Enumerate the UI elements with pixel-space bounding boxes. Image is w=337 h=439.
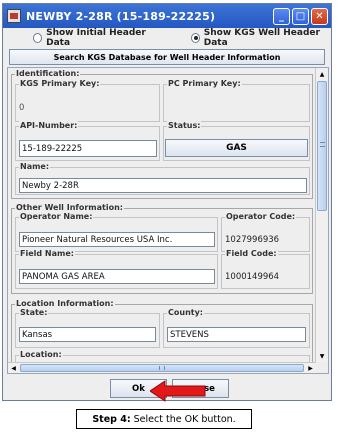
maximize-button[interactable]: □ xyxy=(292,7,309,25)
api-number-field[interactable]: 15-189-22225 xyxy=(19,140,157,157)
close-window-button[interactable]: ✕ xyxy=(311,7,328,25)
pc-primary-key-label: PC Primary Key: xyxy=(167,79,242,88)
field-name-field[interactable]: PANOMA GAS AREA xyxy=(19,269,215,284)
operator-code-label: Operator Code: xyxy=(225,212,297,221)
status-label: Status: xyxy=(167,121,202,130)
field-code-label: Field Code: xyxy=(225,249,278,258)
state-field[interactable]: Kansas xyxy=(19,327,156,342)
field-code-field: 1000149964 xyxy=(223,269,308,284)
operator-code-group: Operator Code: 1027996936 xyxy=(221,212,310,252)
name-label: Name: xyxy=(19,162,51,171)
api-number-group: API-Number: 15-189-22225 xyxy=(15,121,160,161)
scroll-left-icon[interactable]: ◀ xyxy=(8,363,19,373)
kgs-primary-key-field: 0 xyxy=(17,100,158,115)
pointer-arrow-icon xyxy=(150,380,206,402)
identification-legend: Identification: xyxy=(15,69,81,78)
vertical-scrollbar[interactable]: ▲ ▼ xyxy=(315,68,328,362)
state-label: State: xyxy=(19,308,49,317)
vertical-scroll-thumb[interactable] xyxy=(317,81,327,211)
radio-kgs[interactable] xyxy=(190,33,200,43)
radio-initial[interactable] xyxy=(33,33,43,43)
grip-icon xyxy=(320,142,325,147)
api-number-label: API-Number: xyxy=(19,121,79,130)
operator-name-label: Operator Name: xyxy=(19,212,94,221)
show-kgs-header-label: Show KGS Well Header Data xyxy=(203,28,320,48)
county-field[interactable]: STEVENS xyxy=(167,327,306,342)
app-icon xyxy=(7,9,21,23)
step-number: Step 4: xyxy=(92,413,131,425)
pc-primary-key-group: PC Primary Key: xyxy=(163,79,310,122)
other-well-information-section: Other Well Information: Operator Name: P… xyxy=(11,203,313,294)
scroll-up-icon[interactable]: ▲ xyxy=(316,68,328,80)
kgs-primary-key-group: KGS Primary Key: 0 xyxy=(15,79,160,122)
operator-name-field[interactable]: Pioneer Natural Resources USA Inc. xyxy=(19,232,215,247)
minimize-button[interactable]: _ xyxy=(273,7,290,25)
well-header-scroll-pane[interactable]: Identification: KGS Primary Key: 0 PC Pr… xyxy=(7,67,329,374)
location-information-legend: Location Information: xyxy=(15,299,115,308)
step-caption: Step 4: Select the OK button. xyxy=(76,409,252,429)
horizontal-scrollbar[interactable]: ◀ ▶ xyxy=(8,362,316,373)
county-label: County: xyxy=(167,308,204,317)
show-initial-header-option[interactable]: Show Initial Header Data xyxy=(33,28,159,48)
state-group: State: Kansas xyxy=(15,308,160,348)
kgs-primary-key-label: KGS Primary Key: xyxy=(19,79,101,88)
identification-section: Identification: KGS Primary Key: 0 PC Pr… xyxy=(11,69,313,199)
other-well-information-legend: Other Well Information: xyxy=(15,203,124,212)
search-kgs-database-button[interactable]: Search KGS Database for Well Header Info… xyxy=(9,49,325,65)
window-title: NEWBY 2-28R (15-189-22225) xyxy=(26,9,216,23)
well-header-window: NEWBY 2-28R (15-189-22225) _ □ ✕ Show In… xyxy=(2,3,332,402)
location-label: Location: xyxy=(19,350,63,359)
show-initial-header-label: Show Initial Header Data xyxy=(46,28,146,48)
operator-name-group: Operator Name: Pioneer Natural Resources… xyxy=(15,212,218,252)
county-group: County: STEVENS xyxy=(163,308,310,348)
status-group: Status: GAS xyxy=(163,121,310,161)
title-bar[interactable]: NEWBY 2-28R (15-189-22225) _ □ ✕ xyxy=(3,4,331,28)
header-data-options: Show Initial Header Data Show KGS Well H… xyxy=(3,28,331,48)
scroll-right-icon[interactable]: ▶ xyxy=(305,363,316,373)
name-field[interactable]: Newby 2-28R xyxy=(19,178,307,193)
horizontal-scroll-thumb[interactable] xyxy=(20,364,304,372)
field-code-group: Field Code: 1000149964 xyxy=(221,249,310,289)
status-button[interactable]: GAS xyxy=(165,139,308,157)
step-instruction: Select the OK button. xyxy=(133,413,236,425)
scroll-down-icon[interactable]: ▼ xyxy=(316,350,328,362)
well-header-form: Identification: KGS Primary Key: 0 PC Pr… xyxy=(8,68,316,373)
pc-primary-key-field xyxy=(165,100,308,115)
grip-icon xyxy=(159,366,165,370)
field-name-group: Field Name: PANOMA GAS AREA xyxy=(15,249,218,289)
show-kgs-header-option[interactable]: Show KGS Well Header Data xyxy=(190,28,331,48)
operator-code-field: 1027996936 xyxy=(223,232,308,247)
name-group: Name: Newby 2-28R xyxy=(15,162,310,195)
field-name-label: Field Name: xyxy=(19,249,75,258)
